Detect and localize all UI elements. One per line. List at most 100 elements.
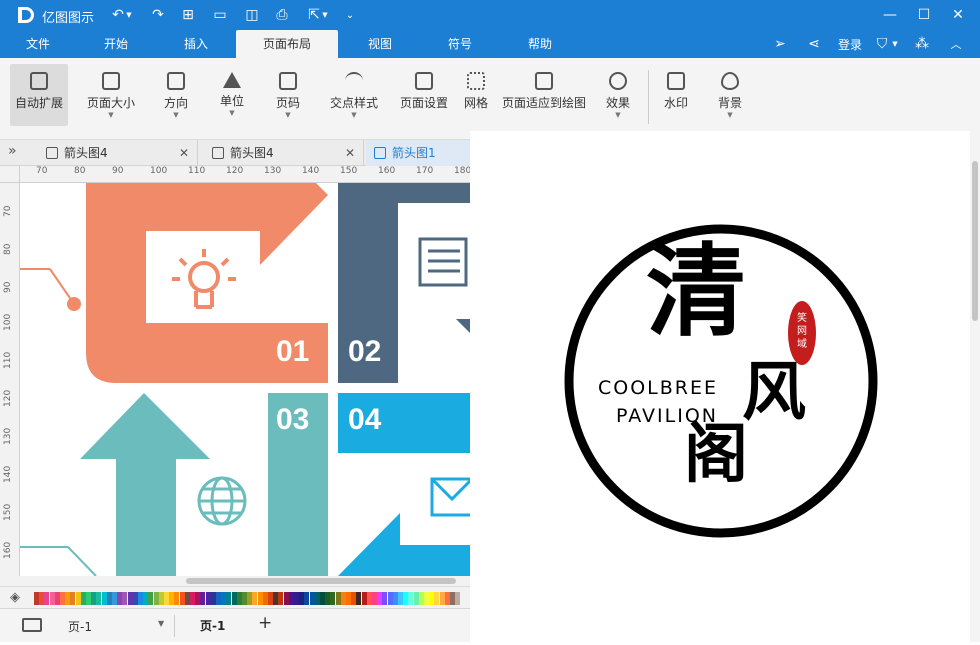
step-number-01: 01 [276,335,310,368]
grid-button[interactable]: 网格 [458,64,494,126]
menu-home[interactable]: 开始 [88,30,144,58]
page-select-dropdown-icon[interactable]: ▼ [158,619,164,628]
document-tab-bar: » 箭头图4 ✕ 箭头图4 ✕ 箭头图1 [0,140,470,166]
page-size-button[interactable]: 页面大小 ▼ [82,64,140,126]
ruler-tick: 180 [454,166,472,176]
ruler-tick: 70 [3,205,13,217]
blue-arrow-shape[interactable] [338,513,470,576]
grid-icon [467,72,485,90]
background-drop-icon [721,72,739,90]
menu-insert[interactable]: 插入 [168,30,224,58]
page-view-toggle-icon[interactable] [22,618,42,632]
apps-grid-icon[interactable]: ⁂ [912,34,932,54]
new-file-icon[interactable]: ⊞ [178,5,198,25]
export-dropdown-icon[interactable]: ▼ [320,5,330,25]
doc-tab-1[interactable]: 箭头图4 ✕ [38,140,198,166]
ruler-tick: 130 [3,427,13,445]
globe-icon [197,476,247,526]
menu-page-layout[interactable]: 页面布局 [236,30,338,58]
close-tab-icon[interactable]: ✕ [345,140,355,166]
page-size-icon [102,72,120,90]
unit-triangle-icon [223,72,241,88]
vertical-scrollbar[interactable] [970,131,980,642]
slate-arrow-tip [456,319,470,333]
chevron-down-icon: ▼ [615,111,621,119]
document-list-icon [418,237,468,287]
doc-tab-2[interactable]: 箭头图4 ✕ [204,140,364,166]
open-folder-icon[interactable]: ▭ [210,5,230,25]
logo-circle [564,224,878,538]
title-bar: 亿图图示 ↶ ▼ ↷ ⊞ ▭ ◫ ⎙ ⇱ ▼ ⌄ — ☐ ✕ [0,0,980,30]
logo-char-feng: 风 [742,355,806,430]
maximize-icon[interactable]: ☐ [914,5,934,25]
redo-icon[interactable]: ↷ [148,5,168,25]
ruler-tick: 140 [3,465,13,483]
page-tab[interactable]: 页-1 [200,617,225,634]
envelope-icon [430,477,470,517]
add-page-button[interactable]: + [258,613,272,633]
unit-button[interactable]: 单位 ▼ [208,64,256,126]
page-number-icon [279,72,297,90]
orientation-button[interactable]: 方向 ▼ [152,64,200,126]
junction-style-icon [345,72,363,90]
connector-dot[interactable] [67,297,81,311]
ruler-tick: 70 [36,166,48,176]
lightbulb-icon [172,249,236,309]
color-palette: ◈ [0,586,470,608]
page-setup-button[interactable]: 页面设置 [396,64,452,126]
print-icon[interactable]: ⎙ [272,5,292,25]
drawing-canvas[interactable]: 01 02 03 04 [20,183,470,576]
menu-help[interactable]: 帮助 [512,30,568,58]
logo-char-ge: 阁 [684,417,748,492]
effects-star-icon [609,72,627,90]
watermark-button[interactable]: 水印 [656,64,696,126]
ruler-tick: 100 [150,166,168,176]
share-icon[interactable]: ⋖ [804,34,824,54]
login-button[interactable]: 登录 [838,36,862,53]
expand-panel-icon[interactable]: » [8,143,17,159]
teal-up-arrow[interactable] [80,393,210,576]
close-tab-icon[interactable]: ✕ [179,140,189,166]
ruler-tick: 170 [416,166,434,176]
step-number-03: 03 [276,403,310,436]
theme-dropdown-icon[interactable]: ▼ [890,34,900,54]
customize-quickbar-icon[interactable]: ⌄ [340,5,360,25]
menu-view[interactable]: 视图 [352,30,408,58]
horizontal-scrollbar[interactable] [0,576,470,586]
scrollbar-thumb[interactable] [186,578,456,584]
auto-expand-icon [30,72,48,90]
orientation-icon [167,72,185,90]
doc-tab-3-active[interactable]: 箭头图1 [366,140,470,166]
fit-page-to-drawing-button[interactable]: 页面适应到绘图 [500,64,588,126]
theme-shirt-icon[interactable]: ⛉ [872,34,892,54]
junction-style-button[interactable]: 交点样式 ▼ [326,64,382,126]
menu-symbols[interactable]: 符号 [432,30,488,58]
chevron-down-icon: ▼ [229,109,235,117]
connector-line[interactable] [67,546,97,576]
collapse-ribbon-icon[interactable]: ︿ [946,34,966,54]
ruler-tick: 160 [378,166,396,176]
menu-file[interactable]: 文件 [10,30,66,58]
auto-expand-button[interactable]: 自动扩展 [10,64,68,126]
ruler-tick: 130 [264,166,282,176]
close-icon[interactable]: ✕ [948,5,968,25]
color-swatch[interactable] [455,592,461,605]
ruler-tick: 150 [340,166,358,176]
ruler-tick: 140 [302,166,320,176]
minimize-icon[interactable]: — [880,5,900,25]
send-icon[interactable]: ➢ [770,34,790,54]
undo-dropdown-icon[interactable]: ▼ [124,5,134,25]
page-select[interactable]: 页-1 [68,618,92,635]
page-number-button[interactable]: 页码 ▼ [264,64,312,126]
background-button[interactable]: 背景 ▼ [710,64,750,126]
status-bar: 页-1 ▼ 页-1 + [0,608,470,642]
save-icon[interactable]: ◫ [242,5,262,25]
chevron-down-icon: ▼ [285,111,291,119]
chevron-down-icon: ▼ [351,111,357,119]
chevron-down-icon: ▼ [108,111,114,119]
step-number-02: 02 [348,335,382,368]
fill-bucket-icon[interactable]: ◈ [10,590,20,605]
scrollbar-thumb[interactable] [972,161,978,321]
effects-button[interactable]: 效果 ▼ [598,64,638,126]
ruler-tick: 110 [3,351,13,369]
